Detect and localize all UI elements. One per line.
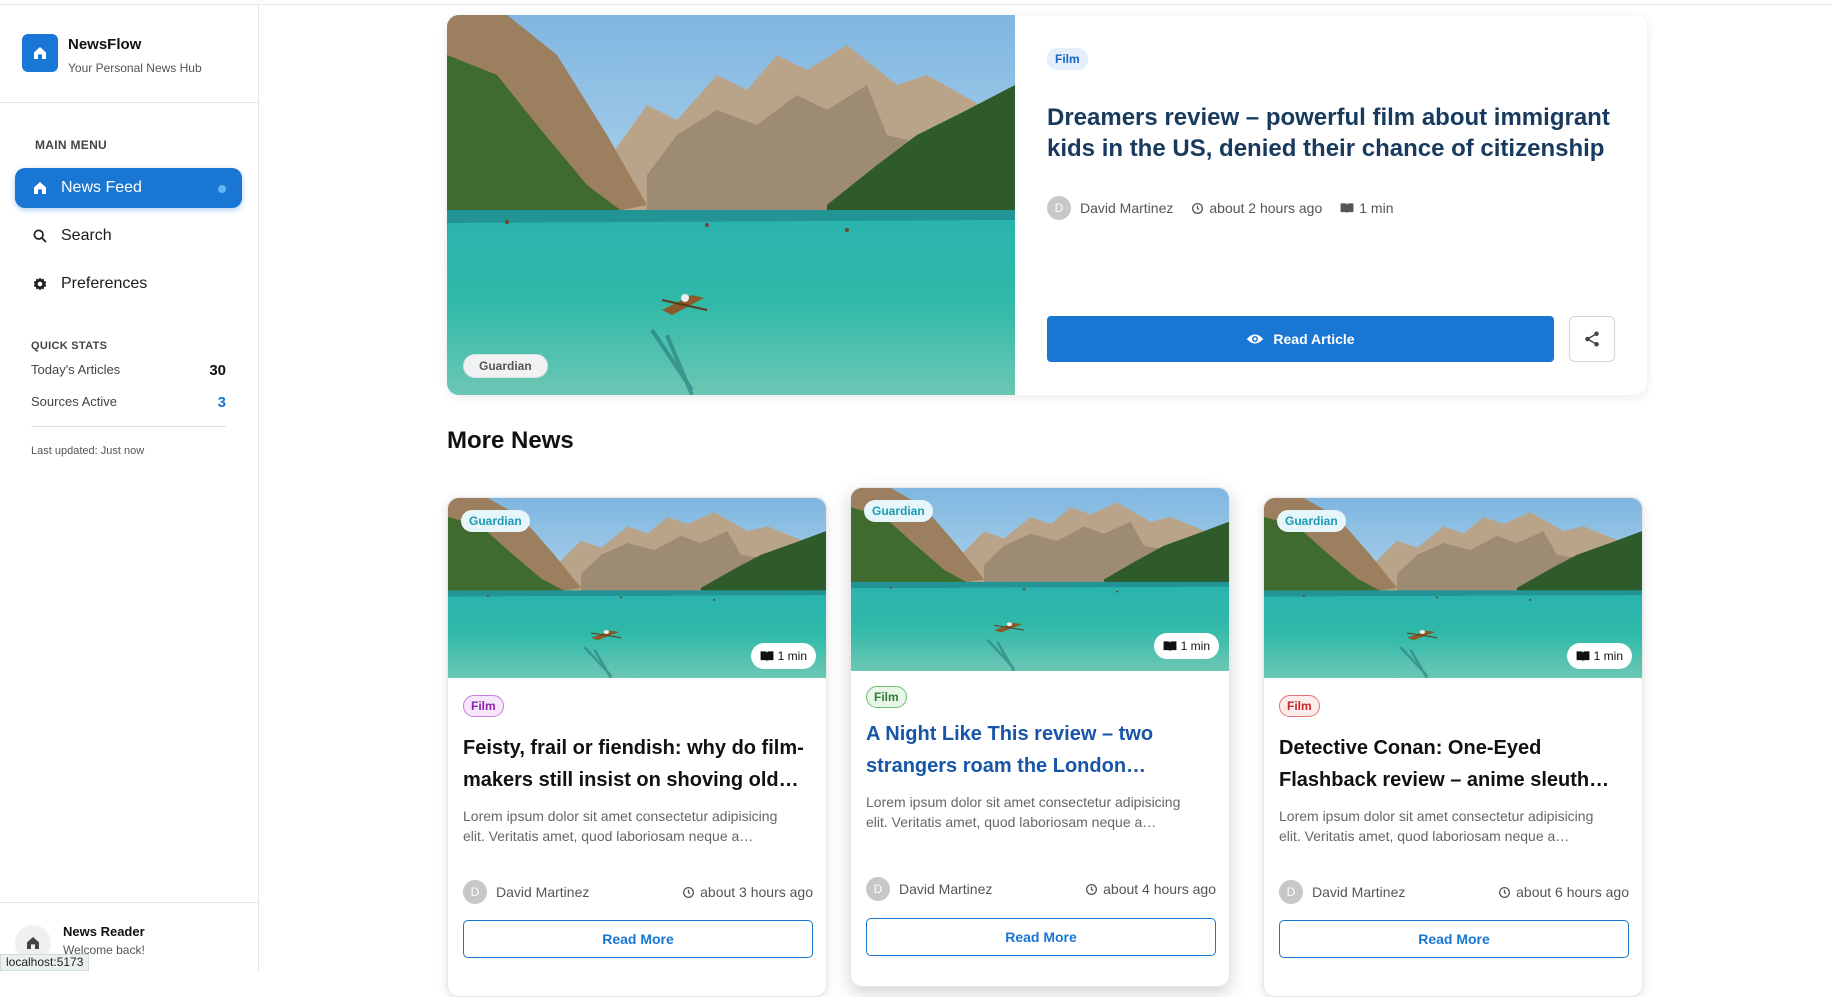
home-icon: [22, 34, 58, 72]
read-more-button[interactable]: Read More: [463, 920, 813, 958]
category-chip: Film: [866, 686, 907, 708]
read-more-button[interactable]: Read More: [1279, 920, 1629, 958]
read-time: 1 min: [1593, 649, 1623, 663]
divider: [0, 102, 258, 103]
stat-value: 30: [209, 362, 226, 379]
published-time: about 2 hours ago: [1209, 200, 1323, 216]
read-article-label: Read Article: [1273, 331, 1355, 347]
source-badge: Guardian: [864, 500, 933, 522]
share-icon: [1585, 331, 1599, 347]
home-icon: [31, 179, 49, 197]
sidebar-item-search[interactable]: Search: [15, 216, 242, 256]
news-card-title[interactable]: Detective Conan: One-Eyed Flashback revi…: [1279, 732, 1629, 796]
sidebar: NewsFlow Your Personal News Hub MAIN MEN…: [0, 5, 259, 971]
top-border: [0, 0, 1832, 5]
clock-icon: [1085, 883, 1098, 896]
status-bar-url: localhost:5173: [0, 954, 90, 971]
sidebar-item-label: News Feed: [61, 179, 142, 196]
read-time-badge: 1 min: [1153, 633, 1219, 659]
news-card-title[interactable]: Feisty, frail or fiendish: why do film-m…: [463, 732, 813, 796]
quick-stats-title: QUICK STATS: [31, 340, 108, 352]
share-button[interactable]: [1569, 316, 1615, 362]
news-card[interactable]: Guardian 1 min Film Detective Conan: One…: [1263, 497, 1643, 997]
source-badge: Guardian: [463, 354, 548, 378]
category-chip: Film: [1279, 695, 1320, 717]
stat-todays-articles: Today's Articles 30: [31, 362, 226, 379]
news-card-excerpt: Lorem ipsum dolor sit amet consectetur a…: [866, 794, 1181, 830]
read-time: 1 min: [1180, 639, 1210, 653]
lake-landscape-image: [447, 15, 1015, 395]
read-article-button[interactable]: Read Article: [1047, 316, 1554, 362]
source-badge: Guardian: [461, 510, 530, 532]
app-tagline: Your Personal News Hub: [68, 61, 202, 75]
sidebar-item-preferences[interactable]: Preferences: [15, 264, 242, 304]
stat-value: 3: [217, 394, 226, 411]
published-time: about 4 hours ago: [1103, 881, 1216, 897]
author-name: David Martinez: [496, 884, 590, 900]
home-icon: [27, 937, 39, 949]
read-more-button[interactable]: Read More: [866, 918, 1216, 956]
author-name: David Martinez: [899, 881, 993, 897]
author-avatar: D: [463, 880, 487, 904]
clock-icon: [1498, 886, 1511, 899]
divider: [31, 426, 226, 427]
published-time: about 3 hours ago: [700, 884, 813, 900]
author-name: David Martinez: [1312, 884, 1406, 900]
eye-icon: [1246, 332, 1264, 346]
published-time: about 6 hours ago: [1516, 884, 1629, 900]
read-time: 1 min: [777, 649, 807, 663]
news-card-excerpt: Lorem ipsum dolor sit amet consectetur a…: [463, 808, 778, 844]
more-news-heading: More News: [447, 427, 574, 454]
stat-label: Today's Articles: [31, 362, 121, 377]
app-name: NewsFlow: [68, 36, 142, 53]
source-badge: Guardian: [1277, 510, 1346, 532]
read-time: 1 min: [1359, 200, 1394, 216]
category-chip: Film: [463, 695, 504, 717]
search-icon: [31, 227, 49, 245]
divider: [0, 902, 258, 903]
stat-label: Sources Active: [31, 394, 117, 409]
stat-sources-active: Sources Active 3: [31, 394, 226, 411]
author-avatar: D: [1279, 880, 1303, 904]
clock-icon: [682, 886, 695, 899]
news-card[interactable]: Guardian 1 min Film Feisty, frail or fie…: [447, 497, 827, 997]
brand[interactable]: NewsFlow Your Personal News Hub: [22, 33, 202, 75]
article-meta: D David Martinez about 6 hours ago: [1279, 880, 1629, 904]
book-icon: [760, 650, 774, 662]
article-meta: D David Martinez about 2 hours ago 1 min: [1047, 196, 1393, 220]
clock-icon: [1191, 202, 1204, 215]
featured-article[interactable]: Guardian Film Dreamers review – powerful…: [447, 15, 1647, 395]
active-indicator-dot: [218, 185, 226, 193]
author-name: David Martinez: [1080, 200, 1174, 216]
user-name: News Reader: [63, 924, 145, 939]
main-menu-title: MAIN MENU: [35, 138, 108, 152]
news-card-title[interactable]: A Night Like This review – two strangers…: [866, 718, 1216, 782]
article-meta: D David Martinez about 4 hours ago: [866, 877, 1216, 901]
sidebar-item-news-feed[interactable]: News Feed: [15, 168, 242, 208]
news-card-excerpt: Lorem ipsum dolor sit amet consectetur a…: [1279, 808, 1594, 844]
category-chip: Film: [1047, 48, 1088, 70]
author-avatar: D: [1047, 196, 1071, 220]
book-icon: [1163, 640, 1177, 652]
read-time-badge: 1 min: [1566, 643, 1632, 669]
sidebar-item-label: Search: [61, 227, 112, 244]
featured-article-title[interactable]: Dreamers review – powerful film about im…: [1047, 102, 1622, 164]
last-updated: Last updated: Just now: [31, 445, 145, 457]
read-time-badge: 1 min: [750, 643, 816, 669]
article-meta: D David Martinez about 3 hours ago: [463, 880, 813, 904]
gear-icon: [31, 275, 49, 293]
news-card[interactable]: Guardian 1 min Film A Night Like This re…: [850, 487, 1230, 987]
sidebar-item-label: Preferences: [61, 275, 148, 292]
author-avatar: D: [866, 877, 890, 901]
book-icon: [1576, 650, 1590, 662]
featured-article-image[interactable]: [447, 15, 1015, 395]
book-icon: [1340, 202, 1354, 214]
